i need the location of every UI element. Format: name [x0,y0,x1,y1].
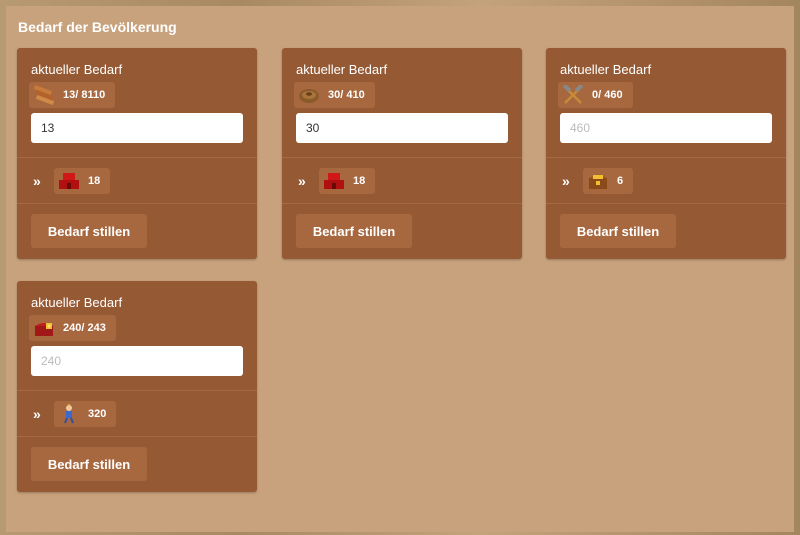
fulfill-need-button[interactable]: Bedarf stillen [31,447,147,481]
double-chevron-icon: » [298,173,306,189]
panel-title: Bedarf der Bevölkerung [18,19,177,35]
treasure-chest-icon [33,318,55,338]
population-needs-panel: Bedarf der Bevölkerung aktueller Bedarf … [6,6,794,532]
need-count: 240/ 243 [63,322,106,334]
reward-badge: 6 [583,168,634,194]
double-chevron-icon: » [562,173,570,189]
divider [282,157,522,158]
need-badge: 13/ 8110 [29,82,116,108]
divider [546,203,786,204]
card-heading: aktueller Bedarf [296,62,388,77]
need-card: aktueller Bedarf 0/ 460 » [546,48,786,259]
divider [17,390,257,391]
reward-badge: 320 [54,401,117,427]
quantity-input[interactable] [31,346,243,376]
card-heading: aktueller Bedarf [560,62,652,77]
rope-coil-icon [298,85,320,105]
red-building-icon [323,171,345,191]
reward-count: 6 [617,175,624,187]
fulfill-need-button[interactable]: Bedarf stillen [31,214,147,248]
reward-badge: 18 [54,168,111,194]
need-badge: 30/ 410 [294,82,375,108]
need-count: 30/ 410 [328,89,365,101]
settler-figure-icon [58,404,80,424]
need-badge: 0/ 460 [558,82,633,108]
reward-count: 320 [88,408,107,420]
quantity-input[interactable] [296,113,508,143]
need-count: 13/ 8110 [63,89,106,101]
double-chevron-icon: » [33,173,41,189]
divider [546,157,786,158]
need-badge: 240/ 243 [29,315,116,341]
divider [17,203,257,204]
need-card: aktueller Bedarf 13/ 8110 » 1 [17,48,257,259]
reward-count: 18 [353,175,366,187]
reward-count: 18 [88,175,101,187]
fulfill-need-button[interactable]: Bedarf stillen [560,214,676,248]
divider [17,436,257,437]
reward-badge: 18 [319,168,376,194]
need-card: aktueller Bedarf 240/ 243 » [17,281,257,492]
quantity-input[interactable] [31,113,243,143]
card-heading: aktueller Bedarf [31,62,123,77]
red-building-icon [58,171,80,191]
divider [282,203,522,204]
fulfill-need-button[interactable]: Bedarf stillen [296,214,412,248]
card-heading: aktueller Bedarf [31,295,123,310]
need-card: aktueller Bedarf 30/ 410 » 18 [282,48,522,259]
planks-icon [33,85,55,105]
divider [17,157,257,158]
need-count: 0/ 460 [592,89,623,101]
quantity-input[interactable] [560,113,772,143]
double-chevron-icon: » [33,406,41,422]
treasure-chest-icon [587,171,609,191]
crossed-hammers-icon [562,83,584,105]
